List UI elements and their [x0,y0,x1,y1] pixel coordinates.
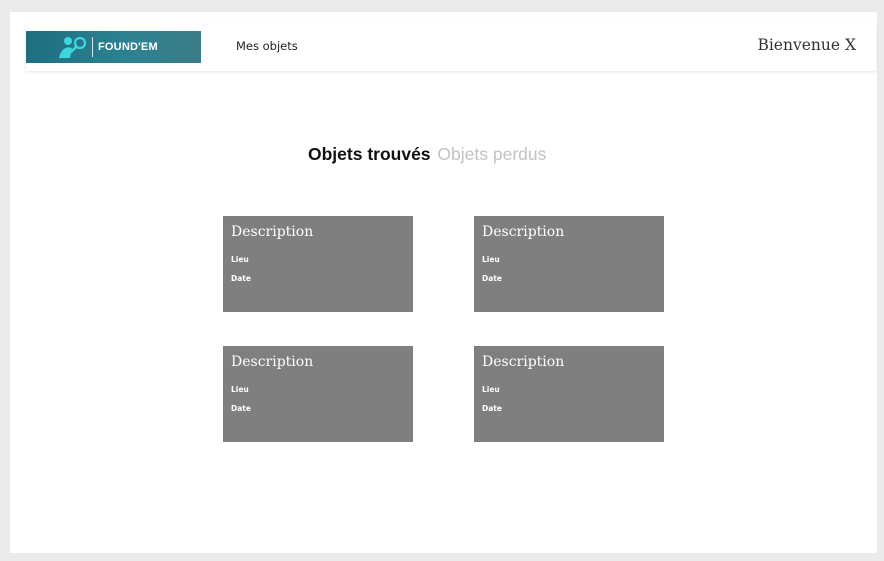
tab-bar: Objets trouvés Objets perdus [308,144,546,165]
card-date: Date [482,274,502,283]
logo-person-magnifier-icon [59,36,87,58]
card-date: Date [231,404,251,413]
tab-objets-trouves[interactable]: Objets trouvés [308,144,431,164]
logo[interactable]: FOUND'EM [26,31,201,63]
card-description: Description [482,354,565,370]
item-card[interactable]: Description Lieu Date [223,346,413,442]
card-description: Description [231,224,314,240]
card-date: Date [482,404,502,413]
item-card[interactable]: Description Lieu Date [474,216,664,312]
card-lieu: Lieu [231,385,249,394]
card-description: Description [482,224,565,240]
card-lieu: Lieu [482,255,500,264]
app-frame: FOUND'EM Mes objets Bienvenue X Objets t… [10,12,877,553]
card-lieu: Lieu [231,255,249,264]
tab-objets-perdus[interactable]: Objets perdus [437,144,546,164]
item-card[interactable]: Description Lieu Date [474,346,664,442]
card-date: Date [231,274,251,283]
logo-text: FOUND'EM [98,41,158,53]
card-description: Description [231,354,314,370]
logo-separator [92,37,93,57]
welcome-text: Bienvenue X [757,36,856,54]
item-card[interactable]: Description Lieu Date [223,216,413,312]
nav-mes-objets[interactable]: Mes objets [236,39,298,53]
navbar: FOUND'EM Mes objets Bienvenue X [26,23,876,71]
card-lieu: Lieu [482,385,500,394]
